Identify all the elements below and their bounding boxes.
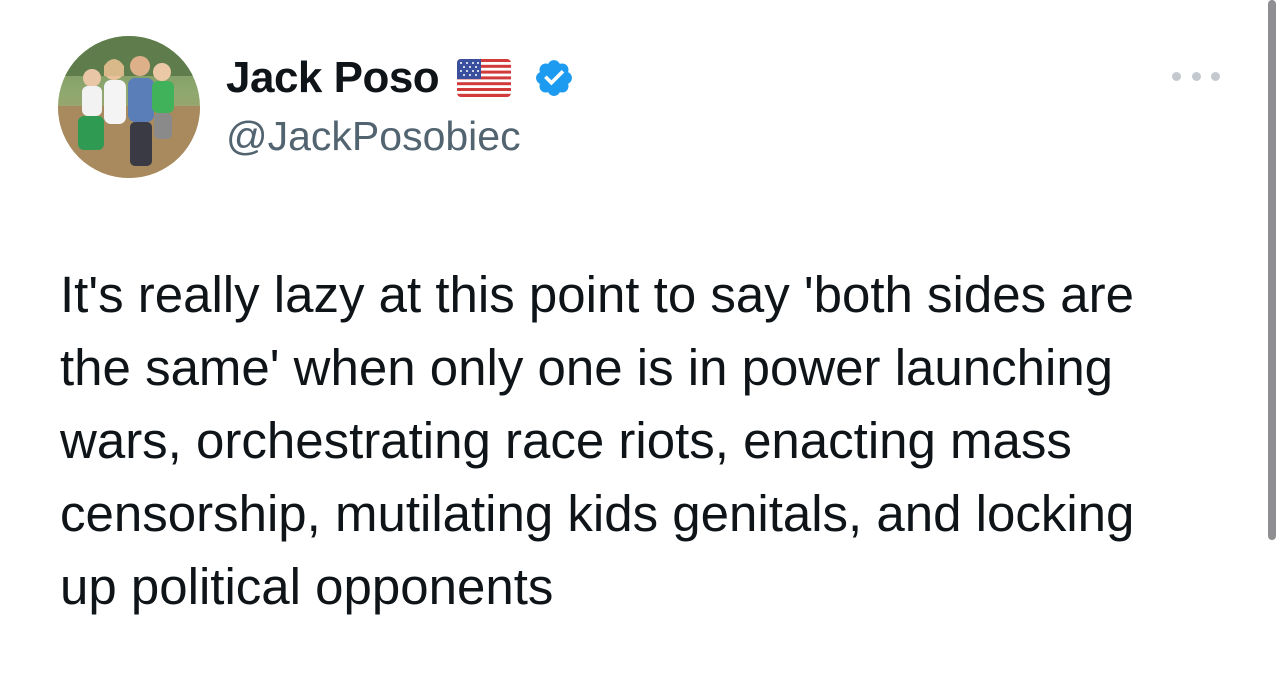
more-options-icon[interactable] [1172, 62, 1220, 90]
us-flag-icon [457, 59, 512, 97]
more-dot [1191, 71, 1201, 81]
author-display-name[interactable]: Jack Poso [226, 53, 440, 103]
author-avatar[interactable] [58, 36, 200, 178]
tweet-card: Jack Poso @JackPosobiec It's really lazy… [0, 0, 1283, 679]
avatar-photo [58, 36, 200, 178]
scrollbar[interactable] [1268, 0, 1276, 540]
verified-badge-icon[interactable] [533, 57, 575, 99]
more-dot [1211, 71, 1220, 81]
author-handle[interactable]: @JackPosobiec [226, 113, 521, 160]
more-dot [1172, 71, 1181, 81]
tweet-text: It's really lazy at this point to say 'b… [60, 266, 1135, 615]
author-name-row: Jack Poso [226, 50, 575, 106]
